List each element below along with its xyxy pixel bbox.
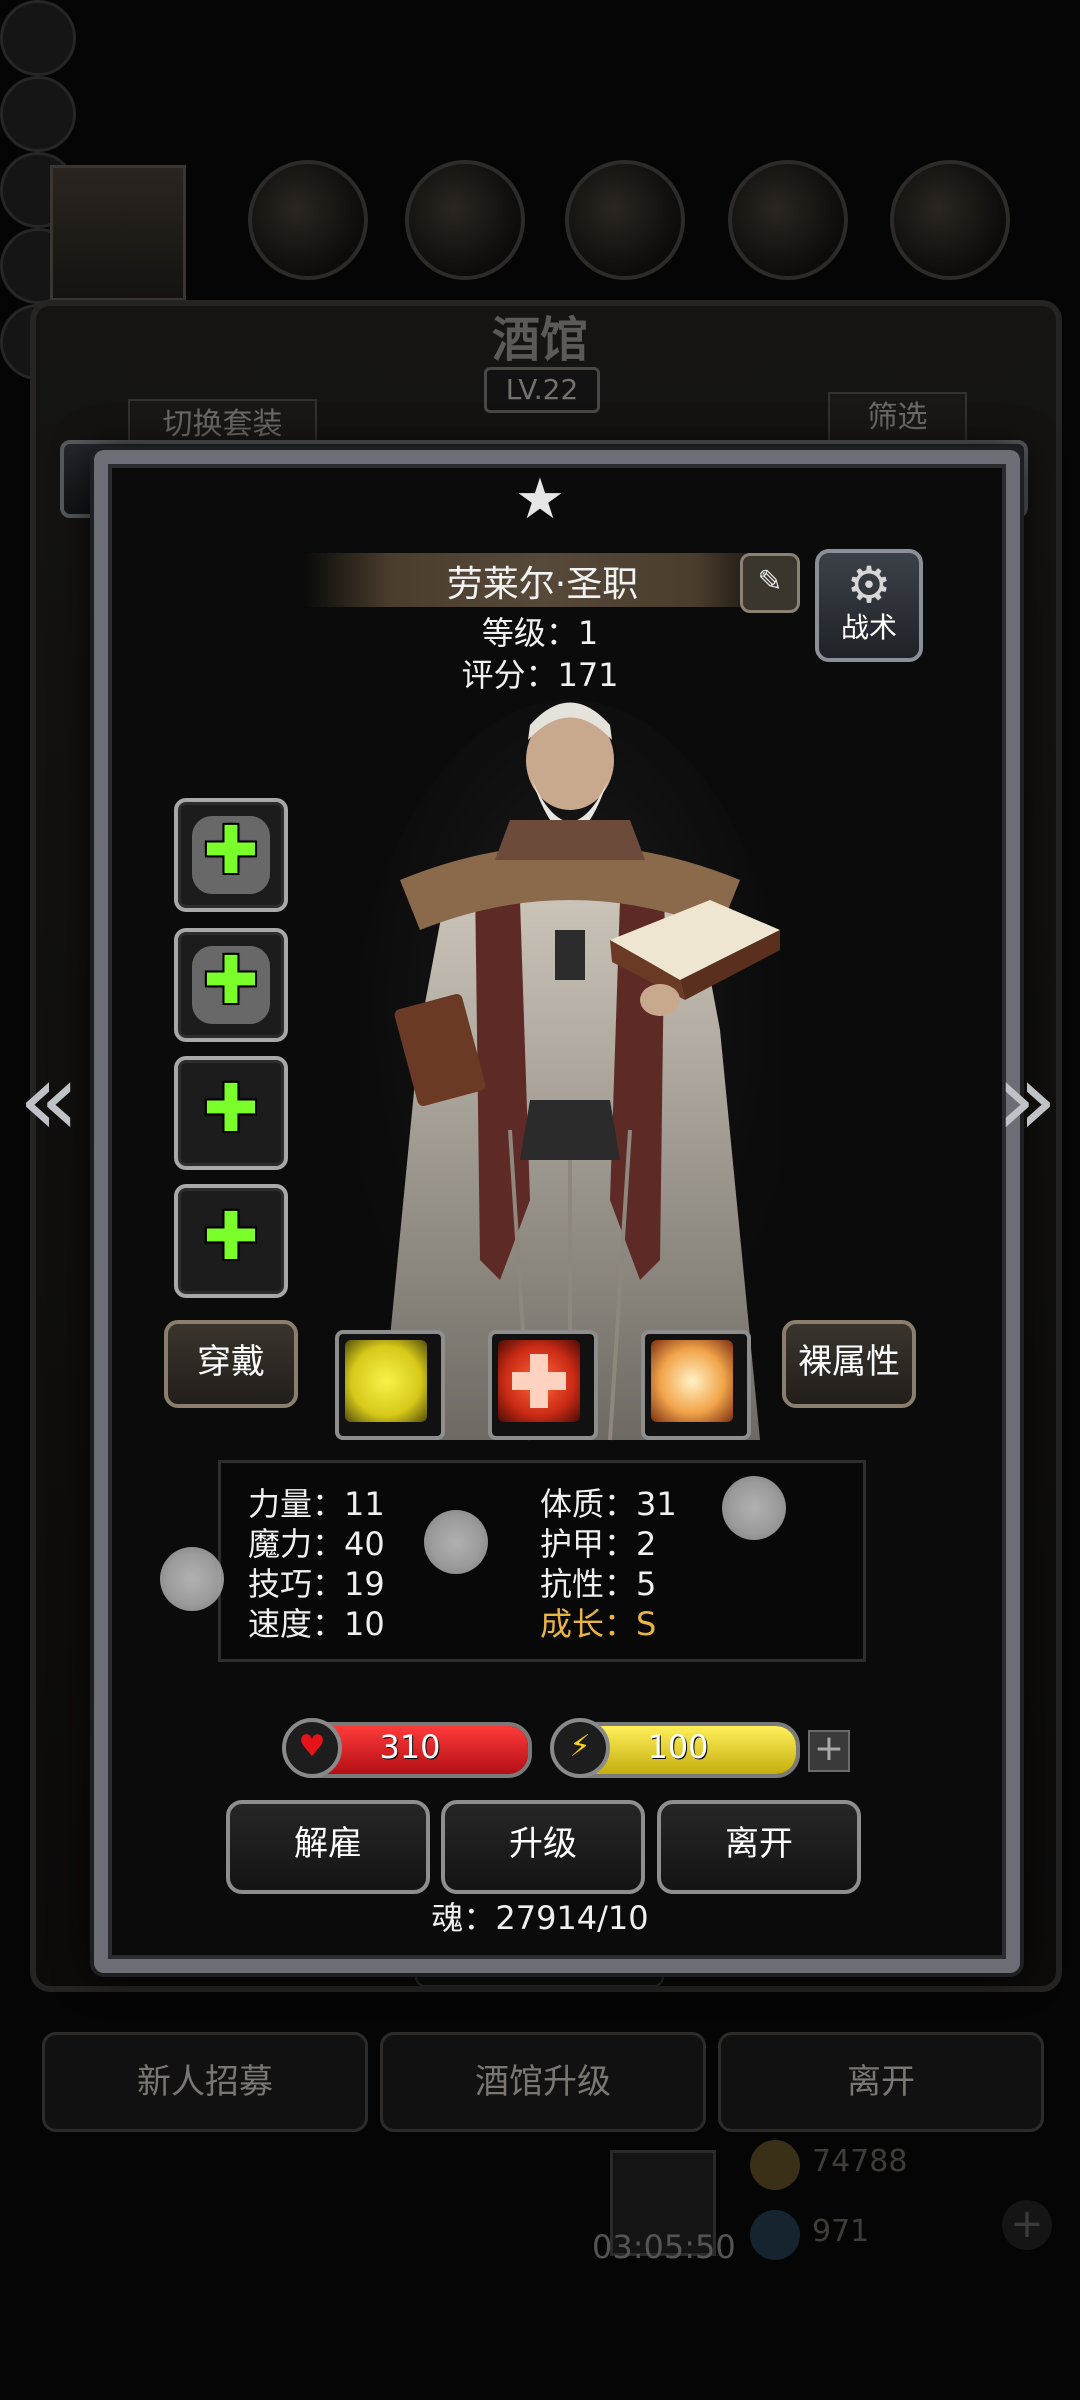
pencil-icon: ✎ [757, 564, 783, 599]
bg-gold-icon [750, 2140, 800, 2190]
bg-gem-amount: 971 [812, 2214, 870, 2249]
lightning-icon: ⚡ [550, 1718, 610, 1778]
leave-button[interactable]: 离开 [657, 1800, 861, 1894]
add-energy-button[interactable]: + [808, 1730, 850, 1772]
naked-stats-button[interactable]: 裸属性 [782, 1320, 916, 1408]
bg-tab-icon [248, 160, 368, 280]
bg-add-icon: + [1002, 2200, 1052, 2250]
next-hero-arrow-icon[interactable]: » [992, 1045, 1062, 1155]
skill-slot-1[interactable] [335, 1330, 445, 1440]
cross-heal-icon [498, 1340, 580, 1422]
bg-recruit-button: 新人招募 [42, 2032, 368, 2132]
bg-leave-button: 离开 [718, 2032, 1044, 2132]
hero-name: 劳莱尔·圣职 [446, 564, 639, 605]
hero-score: 评分：171 [461, 656, 619, 694]
upgrade-button[interactable]: 升级 [441, 1800, 645, 1894]
bg-hero-portrait [50, 165, 186, 301]
hero-level: 等级：1 [481, 614, 599, 652]
tactics-button[interactable]: ⚙ 战术 [815, 549, 923, 662]
growth-value: S [636, 1605, 657, 1643]
soul-counter: 魂：27914/10 [431, 1899, 649, 1937]
bg-menu-icon [0, 76, 76, 152]
light-orb [160, 1547, 224, 1611]
light-orb [424, 1510, 488, 1574]
growth-label: 成长： [540, 1605, 637, 1643]
bg-gift-timer: 03:05:50 [592, 2228, 736, 2266]
stat-magic: 魔力：40 [248, 1525, 385, 1563]
equip-button[interactable]: 穿戴 [164, 1320, 298, 1408]
bg-tab-icon [565, 160, 685, 280]
bg-tavern-level: LV.22 [484, 367, 600, 413]
stat-growth: 成长：S [540, 1604, 656, 1644]
bg-tab-icon [728, 160, 848, 280]
previous-hero-arrow-icon[interactable]: « [14, 1045, 84, 1155]
stat-strength: 力量：11 [248, 1485, 385, 1523]
stat-armor: 护甲：2 [540, 1525, 657, 1563]
dismiss-button[interactable]: 解雇 [226, 1800, 430, 1894]
accessory-slot-1[interactable]: ✚ [174, 1056, 288, 1170]
light-orb [722, 1476, 786, 1540]
skill-slot-3[interactable] [641, 1330, 751, 1440]
bg-tab-icon [405, 160, 525, 280]
fist-icon [345, 1340, 427, 1422]
accessory-slot-2[interactable]: ✚ [174, 1184, 288, 1298]
bg-tavern-title: 酒馆 [491, 312, 588, 368]
armor-slot[interactable]: ✚ [174, 928, 288, 1042]
holy-shield-icon [651, 1340, 733, 1422]
plus-icon: ✚ [203, 1198, 259, 1275]
tactics-label: 战术 [840, 611, 897, 644]
stat-resistance: 抗性：5 [540, 1565, 657, 1603]
bg-gem-icon [750, 2210, 800, 2260]
bg-filter-button: 筛选 [828, 392, 967, 444]
plus-icon: ✚ [203, 942, 259, 1019]
stat-skill: 技巧：19 [248, 1565, 385, 1603]
star-icon: ★ [514, 467, 566, 532]
plus-icon: ✚ [203, 812, 259, 889]
gear-icon: ⚙ [846, 556, 892, 614]
bg-menu-icon [0, 0, 76, 76]
weapon-slot[interactable]: ✚ [174, 798, 288, 912]
heart-icon: ♥ [282, 1718, 342, 1778]
plus-icon: ✚ [203, 1070, 259, 1147]
skill-slot-2[interactable] [488, 1330, 598, 1440]
stat-constitution: 体质：31 [540, 1485, 677, 1523]
bg-gold-amount: 74788 [812, 2144, 908, 2179]
bg-tab-icon [890, 160, 1010, 280]
edit-name-button[interactable]: ✎ [740, 553, 800, 613]
bg-upgrade-tavern-button: 酒馆升级 [380, 2032, 706, 2132]
stat-speed: 速度：10 [248, 1605, 385, 1643]
